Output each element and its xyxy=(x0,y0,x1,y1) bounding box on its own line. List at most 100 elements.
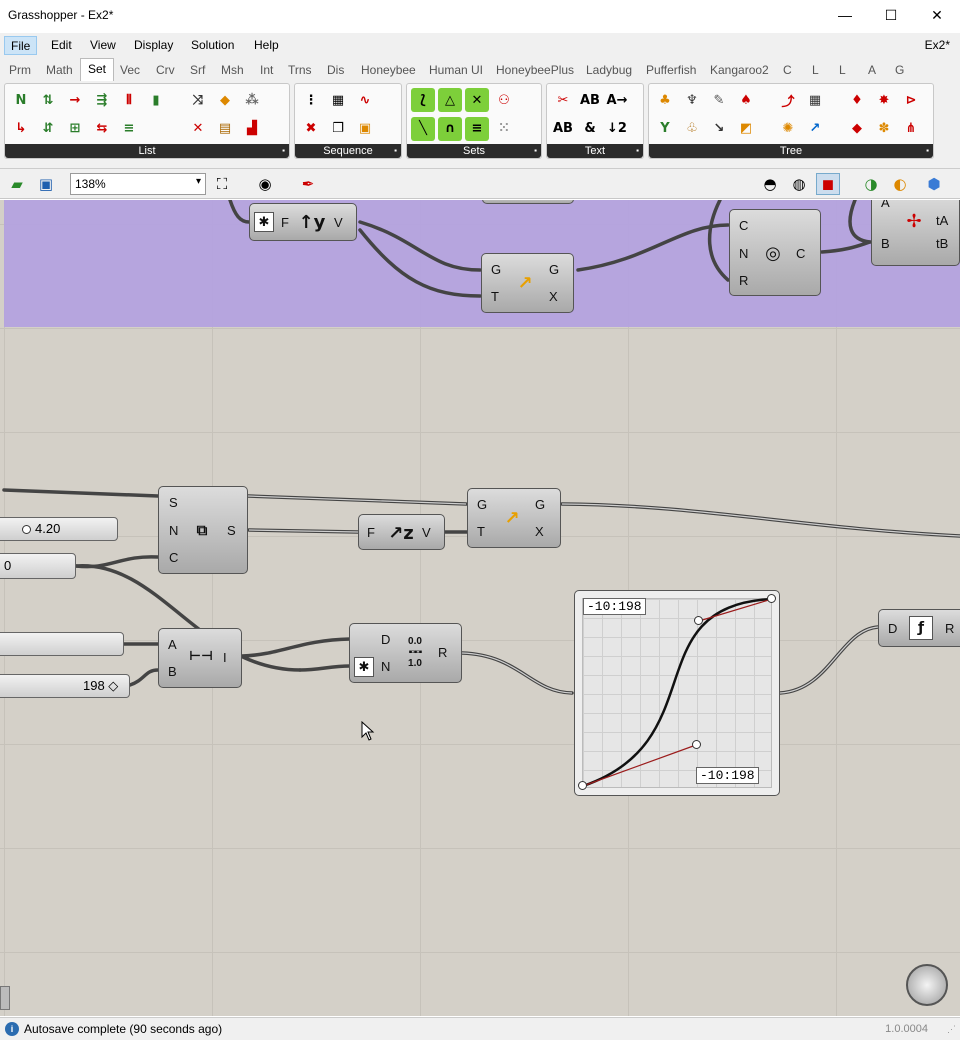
menu-display[interactable]: Display xyxy=(128,36,179,55)
navigation-compass-icon[interactable] xyxy=(906,964,948,1006)
tab-l1[interactable]: L xyxy=(812,63,819,77)
preview-selected-icon[interactable]: ◼ xyxy=(816,173,840,195)
evaluate-curve-node-top[interactable]: G T ↗ G X xyxy=(481,253,574,313)
set-triangle-icon[interactable]: △ xyxy=(438,88,462,112)
port-g-in[interactable]: G xyxy=(477,497,487,512)
set-slash-icon[interactable]: ╲ xyxy=(411,116,435,141)
port-r-out[interactable]: R xyxy=(945,621,954,636)
slider-grip[interactable] xyxy=(22,525,31,534)
menu-solution[interactable]: Solution xyxy=(185,36,240,55)
port-b-in[interactable]: B xyxy=(881,236,890,251)
series-node[interactable]: S N C ⧉ S xyxy=(158,486,248,574)
tab-ladybug[interactable]: Ladybug xyxy=(586,63,632,77)
cull-pattern-icon[interactable]: ✖ xyxy=(299,117,323,141)
port-c-out[interactable]: C xyxy=(796,246,805,261)
port-s-in[interactable]: S xyxy=(169,495,178,510)
tab-trns[interactable]: Trns xyxy=(288,63,312,77)
port-v[interactable]: V xyxy=(422,525,431,540)
pick-icon[interactable]: ▮ xyxy=(144,88,168,112)
preview-eye-icon[interactable]: ◉ xyxy=(253,173,277,195)
tree-stump-icon[interactable]: ♣ xyxy=(653,88,677,112)
menu-view[interactable]: View xyxy=(84,36,122,55)
tab-math[interactable]: Math xyxy=(46,63,73,77)
replace-items-icon[interactable]: ⇆ xyxy=(90,117,114,141)
remap-node[interactable]: ✱ D N 0.0 ▪▫▪▫▪ 1.0 R xyxy=(349,623,462,683)
list-item-icon[interactable]: ↳ xyxy=(9,117,33,141)
cull-icon[interactable]: ◆ xyxy=(213,88,237,112)
tab-honeybee[interactable]: Honeybee xyxy=(361,63,416,77)
circle-node[interactable]: C N R ◎ C xyxy=(729,209,821,296)
tab-kangaroo2[interactable]: Kangaroo2 xyxy=(710,63,769,77)
graph-mapper[interactable]: -10:198 -10:198 xyxy=(574,590,780,796)
preview-wireframe-icon[interactable]: ◓ xyxy=(758,173,782,195)
random-icon[interactable]: ▣ xyxy=(353,117,377,141)
port-x-out[interactable]: X xyxy=(549,289,558,304)
zoom-extents-icon[interactable]: ⛶ xyxy=(210,173,234,195)
panel-expand-icon[interactable]: ▪ xyxy=(926,144,929,158)
zoom-dropdown[interactable]: 138% ▾ xyxy=(70,173,206,195)
port-n-in[interactable]: N xyxy=(169,523,178,538)
tab-srf[interactable]: Srf xyxy=(190,63,205,77)
tab-pufferfish[interactable]: Pufferfish xyxy=(646,63,696,77)
sort-list-icon[interactable]: ⇅ xyxy=(36,88,60,112)
minimize-button[interactable]: — xyxy=(822,0,868,30)
tree-prune-icon[interactable]: ✎ xyxy=(707,88,731,112)
canvas[interactable]: ✱ F ↑y V G T ↗ G X C N R ◎ C A B ✢ tA tB… xyxy=(0,200,960,1016)
display-preference-icon[interactable]: ◑ xyxy=(859,173,883,195)
tree-merge-icon[interactable]: ♦ xyxy=(845,88,869,112)
graph-handle-1[interactable] xyxy=(692,740,701,749)
tab-dis[interactable]: Dis xyxy=(327,63,344,77)
port-t-in[interactable]: T xyxy=(477,524,485,539)
port-g-out[interactable]: G xyxy=(535,497,545,512)
tab-crv[interactable]: Crv xyxy=(156,63,175,77)
port-v[interactable]: V xyxy=(334,215,343,230)
tab-int[interactable]: Int xyxy=(260,63,273,77)
graph-handle-2[interactable] xyxy=(694,616,703,625)
tree-simplify-icon[interactable]: ↘ xyxy=(707,117,731,141)
port-x-out[interactable]: X xyxy=(535,524,544,539)
deconstruct-y-node[interactable]: ✱ F ↑y V xyxy=(249,203,357,241)
sketch-pen-icon[interactable]: ✒ xyxy=(296,173,320,195)
right-node[interactable]: D ƒ R xyxy=(878,609,960,647)
panel-expand-icon[interactable]: ▪ xyxy=(394,144,397,158)
port-i-out[interactable]: I xyxy=(223,650,227,665)
key-value-icon[interactable]: ⁙ xyxy=(492,117,516,141)
shift-list-icon[interactable]: → xyxy=(63,88,87,112)
tree-unflatten-icon[interactable]: ✺ xyxy=(776,117,800,141)
range-icon[interactable]: ▦ xyxy=(326,88,350,112)
port-s-out[interactable]: S xyxy=(227,523,236,538)
tab-a[interactable]: A xyxy=(868,63,876,77)
tab-l2[interactable]: L xyxy=(839,63,846,77)
flatten-icon[interactable]: ▤ xyxy=(213,117,237,141)
duplicate-data-icon[interactable]: ❐ xyxy=(326,117,350,141)
number-slider-2[interactable]: 0 xyxy=(0,553,76,579)
mesh-settings-icon[interactable]: ⬢ xyxy=(922,173,946,195)
text-case-icon[interactable]: AB xyxy=(578,88,602,112)
tree-cube-icon[interactable]: ◆ xyxy=(845,117,869,141)
graph-point-end[interactable] xyxy=(767,594,776,603)
close-button[interactable]: ✕ xyxy=(914,0,960,30)
sort-text-icon[interactable]: ↓2 xyxy=(605,117,629,141)
tab-human-ui[interactable]: Human UI xyxy=(429,63,483,77)
panel-expand-icon[interactable]: ▪ xyxy=(282,144,285,158)
tree-matrix-icon[interactable]: ▦ xyxy=(803,88,827,112)
resize-grip-icon[interactable]: ⋰ xyxy=(947,1024,956,1035)
open-file-icon[interactable]: ▰ xyxy=(5,173,29,195)
port-d-in[interactable]: D xyxy=(888,621,897,636)
menu-edit[interactable]: Edit xyxy=(45,36,78,55)
port-g-out[interactable]: G xyxy=(549,262,559,277)
list-length-icon[interactable]: N xyxy=(9,88,33,112)
tree-entwine-icon[interactable]: ✸ xyxy=(872,88,896,112)
tree-statistics-icon[interactable]: ♠ xyxy=(734,88,758,112)
maximize-button[interactable]: ☐ xyxy=(868,0,914,30)
tree-flip-icon[interactable]: ⊳ xyxy=(899,88,923,112)
delete-icon[interactable]: ✕ xyxy=(186,117,210,141)
tree-replace-icon[interactable]: ↗ xyxy=(803,117,827,141)
port-a-in[interactable]: A xyxy=(881,200,890,210)
combine-icon[interactable]: ⁂ xyxy=(240,88,264,112)
text-split-icon[interactable]: ✂ xyxy=(551,88,575,112)
material-icon[interactable]: ◐ xyxy=(888,173,912,195)
document-tab[interactable]: Ex2* xyxy=(925,38,950,52)
set-union-icon[interactable]: ⟅ xyxy=(411,88,435,112)
set-intersect-icon[interactable]: ∩ xyxy=(438,116,462,141)
